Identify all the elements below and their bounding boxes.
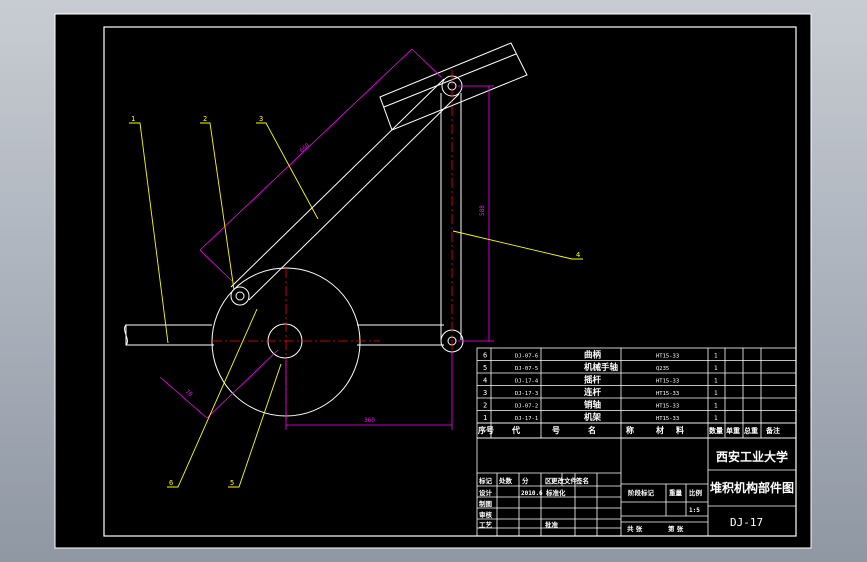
hdr-name-1: 名 xyxy=(588,425,596,435)
hdr-code-1: 代 xyxy=(511,425,520,435)
hdr-material-2: 料 xyxy=(676,425,684,435)
sheet-number: 第 张 xyxy=(668,524,684,533)
parts-row-qty: 1 xyxy=(714,378,718,385)
balloon-2: 2 xyxy=(203,115,207,123)
rev-doc: 更改文件 xyxy=(551,476,578,485)
parts-row-code: DJ-17-3 xyxy=(515,391,538,397)
sign-drawing: 制图 xyxy=(479,499,493,508)
rev-count: 处数 xyxy=(498,476,513,485)
parts-row-code: DJ-07-6 xyxy=(515,354,538,360)
parts-row-name: 摇杆 xyxy=(584,375,602,386)
hdr-qty: 数量 xyxy=(709,426,723,435)
drawing-title: 堆积机构部件图 xyxy=(710,480,794,495)
parts-row-name: 机架 xyxy=(584,412,602,423)
parts-row-qty: 1 xyxy=(714,390,718,397)
parts-row-material: HT15-33 xyxy=(656,416,679,422)
parts-row-no: 6 xyxy=(483,352,487,360)
rev-mark: 标记 xyxy=(478,476,493,485)
parts-row-code: DJ-17-4 xyxy=(515,379,539,385)
hdr-code-2: 号 xyxy=(552,426,560,435)
parts-row-name: 连杆 xyxy=(584,387,602,398)
parts-row-material: HT15-33 xyxy=(656,379,679,385)
weight-label: 重量 xyxy=(669,488,683,497)
parts-row-name: 曲柄 xyxy=(584,350,602,361)
approve-label: 批准 xyxy=(545,520,559,529)
drawing-number: DJ-17 xyxy=(730,516,763,529)
parts-row-qty: 1 xyxy=(714,365,718,372)
standardization-label: 标准化 xyxy=(545,488,566,497)
balloon-5: 5 xyxy=(230,479,234,487)
parts-row-material: HT15-33 xyxy=(656,391,679,397)
parts-row-name: 销轴 xyxy=(584,400,602,411)
parts-row-qty: 1 xyxy=(714,415,718,422)
sign-design: 设计 xyxy=(479,488,493,497)
dim-horizontal-offset: 360 xyxy=(364,417,375,424)
stage-label: 阶段标记 xyxy=(628,488,655,497)
parts-row-code: DJ-07-2 xyxy=(515,404,538,410)
rev-sign: 签名 xyxy=(575,476,589,485)
balloon-3: 3 xyxy=(259,115,263,123)
parts-row-no: 3 xyxy=(483,389,487,397)
school-name: 西安工业大学 xyxy=(716,449,788,464)
parts-row-code: DJ-17-1 xyxy=(515,416,538,422)
balloon-1: 1 xyxy=(131,115,135,123)
sign-review: 审核 xyxy=(479,510,493,519)
parts-row-material: HT15-33 xyxy=(656,404,679,410)
parts-row-no: 1 xyxy=(483,414,487,422)
drawing-sheet xyxy=(54,13,812,549)
parts-row-code: DJ-07-5 xyxy=(515,366,538,372)
sheets-total: 共 张 xyxy=(627,524,643,533)
rev-div: 分 xyxy=(522,476,529,485)
parts-row-no: 2 xyxy=(483,402,487,410)
parts-row-no: 4 xyxy=(483,377,487,385)
parts-row-name: 机械手轴 xyxy=(584,362,619,373)
sign-process: 工艺 xyxy=(479,520,493,529)
hdr-single: 单重 xyxy=(726,426,740,435)
parts-row-qty: 1 xyxy=(714,403,718,410)
balloon-6: 6 xyxy=(169,479,173,487)
parts-row-material: HT15-33 xyxy=(656,354,679,360)
hdr-total: 总重 xyxy=(744,426,758,435)
design-date: 2010.6 xyxy=(521,490,543,497)
parts-row-material: Q235 xyxy=(656,366,669,372)
scale-value: 1:5 xyxy=(689,507,700,514)
hdr-no: 序号 xyxy=(478,425,494,435)
hdr-name-2: 称 xyxy=(626,425,634,435)
parts-row-qty: 1 xyxy=(714,353,718,360)
cad-drawing-viewport[interactable]: 660 588 360 70 1 2 3 4 6 5 6 DJ-07-6 曲柄 … xyxy=(0,0,867,562)
dim-vertical-span: 588 xyxy=(479,205,486,216)
hdr-remark: 备注 xyxy=(765,426,780,435)
parts-row-no: 5 xyxy=(483,364,487,372)
balloon-4: 4 xyxy=(576,251,580,259)
scale-label: 比例 xyxy=(689,488,703,497)
hdr-material-1: 材 xyxy=(656,425,664,435)
